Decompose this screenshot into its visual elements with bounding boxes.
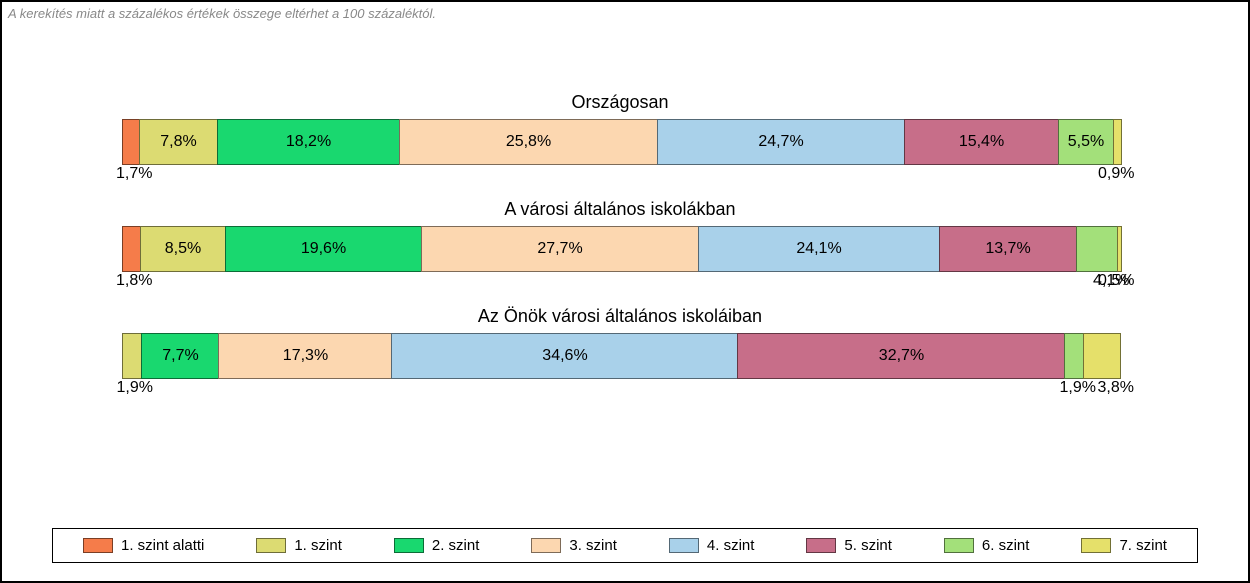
bar-segment: 27,7% bbox=[421, 226, 698, 272]
segment-label: 25,8% bbox=[506, 133, 551, 151]
bar-wrap: 7,7%17,3%34,6%32,7%1,9%1,9%3,8% bbox=[122, 333, 1118, 379]
bar-segment bbox=[1083, 333, 1121, 379]
segment-label-below: 1,9% bbox=[1060, 379, 1096, 397]
bar-segment: 24,1% bbox=[698, 226, 939, 272]
stacked-bar-chart: Országosan 7,8% 18,2% 25,8% 24,7% 15,4% 5,5% 1,… bbox=[122, 92, 1118, 413]
segment-label-below: 1,7% bbox=[116, 165, 152, 183]
legend-swatch bbox=[83, 538, 113, 553]
segment-label: 13,7% bbox=[985, 240, 1030, 258]
bar-segment bbox=[122, 333, 141, 379]
legend-item: 2. szint bbox=[394, 537, 480, 554]
bar-segment: 5,5% bbox=[1058, 119, 1113, 165]
legend-label: 6. szint bbox=[982, 537, 1030, 554]
legend-label: 5. szint bbox=[844, 537, 892, 554]
bar-segment: 18,2% bbox=[217, 119, 399, 165]
chart-frame: A kerekítés miatt a százalékos értékek ö… bbox=[0, 0, 1250, 583]
bar-segment: 7,7% bbox=[141, 333, 218, 379]
legend-swatch bbox=[944, 538, 974, 553]
chart-row: A városi általános iskolákban 8,5% 19,6% 27… bbox=[122, 199, 1118, 272]
bar-segment: 25,8% bbox=[399, 119, 657, 165]
row-title: Az Önök városi általános iskoláiban bbox=[122, 306, 1118, 327]
stacked-bar: 7,8% 18,2% 25,8% 24,7% 15,4% 5,5% bbox=[122, 119, 1122, 165]
legend-label: 1. szint bbox=[294, 537, 342, 554]
bar-wrap: 8,5%19,6%27,7%24,1%13,7%1,8%4,1%0,5% bbox=[122, 226, 1118, 272]
stacked-bar: 7,7% 17,3% 34,6% 32,7% bbox=[122, 333, 1121, 379]
segment-label-below: 1,8% bbox=[116, 272, 152, 290]
segment-label-below: 0,5% bbox=[1098, 272, 1134, 290]
segment-label: 8,5% bbox=[165, 240, 201, 258]
bar-segment: 17,3% bbox=[218, 333, 391, 379]
bar-segment bbox=[1117, 226, 1122, 272]
segment-label: 7,8% bbox=[160, 133, 196, 151]
segment-label: 7,7% bbox=[162, 347, 198, 365]
bar-segment: 7,8% bbox=[139, 119, 217, 165]
chart-row: Az Önök városi általános iskoláiban 7,7% 1… bbox=[122, 306, 1118, 379]
segment-label: 24,1% bbox=[796, 240, 841, 258]
legend-label: 2. szint bbox=[432, 537, 480, 554]
row-title: A városi általános iskolákban bbox=[122, 199, 1118, 220]
bar-below-labels: 1,7%0,9% bbox=[122, 165, 1118, 189]
legend-swatch bbox=[806, 538, 836, 553]
legend-label: 3. szint bbox=[569, 537, 617, 554]
bar-segment bbox=[1113, 119, 1122, 165]
bar-segment: 32,7% bbox=[737, 333, 1064, 379]
segment-label: 5,5% bbox=[1068, 133, 1104, 151]
rounding-note: A kerekítés miatt a százalékos értékek ö… bbox=[8, 6, 436, 21]
bar-segment bbox=[1064, 333, 1083, 379]
legend: 1. szint alatti 1. szint 2. szint 3. szint 4… bbox=[52, 528, 1198, 563]
segment-label: 15,4% bbox=[959, 133, 1004, 151]
bar-segment bbox=[122, 119, 139, 165]
bar-wrap: 7,8%18,2%25,8%24,7%15,4%5,5%1,7%0,9% bbox=[122, 119, 1118, 165]
legend-item: 5. szint bbox=[806, 537, 892, 554]
legend-swatch bbox=[669, 538, 699, 553]
legend-swatch bbox=[531, 538, 561, 553]
bar-segment: 13,7% bbox=[939, 226, 1076, 272]
segment-label: 34,6% bbox=[542, 347, 587, 365]
segment-label-below: 0,9% bbox=[1098, 165, 1134, 183]
segment-label: 18,2% bbox=[286, 133, 331, 151]
legend-swatch bbox=[394, 538, 424, 553]
bar-segment: 15,4% bbox=[904, 119, 1058, 165]
legend-item: 6. szint bbox=[944, 537, 1030, 554]
segment-label-below: 1,9% bbox=[117, 379, 153, 397]
legend-swatch bbox=[1081, 538, 1111, 553]
segment-label: 19,6% bbox=[301, 240, 346, 258]
row-title: Országosan bbox=[122, 92, 1118, 113]
legend-item: 3. szint bbox=[531, 537, 617, 554]
legend-swatch bbox=[256, 538, 286, 553]
legend-label: 4. szint bbox=[707, 537, 755, 554]
bar-segment: 19,6% bbox=[225, 226, 421, 272]
segment-label-below: 3,8% bbox=[1098, 379, 1134, 397]
segment-label: 32,7% bbox=[879, 347, 924, 365]
bar-below-labels: 1,8%4,1%0,5% bbox=[122, 272, 1118, 296]
bar-segment: 8,5% bbox=[140, 226, 225, 272]
bar-segment: 24,7% bbox=[657, 119, 904, 165]
segment-label: 27,7% bbox=[537, 240, 582, 258]
bar-below-labels: 1,9%1,9%3,8% bbox=[122, 379, 1118, 403]
bar-segment bbox=[1076, 226, 1117, 272]
legend-item: 4. szint bbox=[669, 537, 755, 554]
legend-item: 7. szint bbox=[1081, 537, 1167, 554]
chart-row: Országosan7,8%18,2%25,8%24,7%15,4%5,5%1,… bbox=[122, 92, 1118, 165]
stacked-bar: 8,5% 19,6% 27,7% 24,1% 13,7% bbox=[122, 226, 1122, 272]
legend-item: 1. szint bbox=[256, 537, 342, 554]
segment-label: 24,7% bbox=[758, 133, 803, 151]
segment-label: 17,3% bbox=[283, 347, 328, 365]
bar-segment bbox=[122, 226, 140, 272]
bar-segment: 34,6% bbox=[391, 333, 737, 379]
legend-item: 1. szint alatti bbox=[83, 537, 204, 554]
legend-label: 1. szint alatti bbox=[121, 537, 204, 554]
legend-label: 7. szint bbox=[1119, 537, 1167, 554]
